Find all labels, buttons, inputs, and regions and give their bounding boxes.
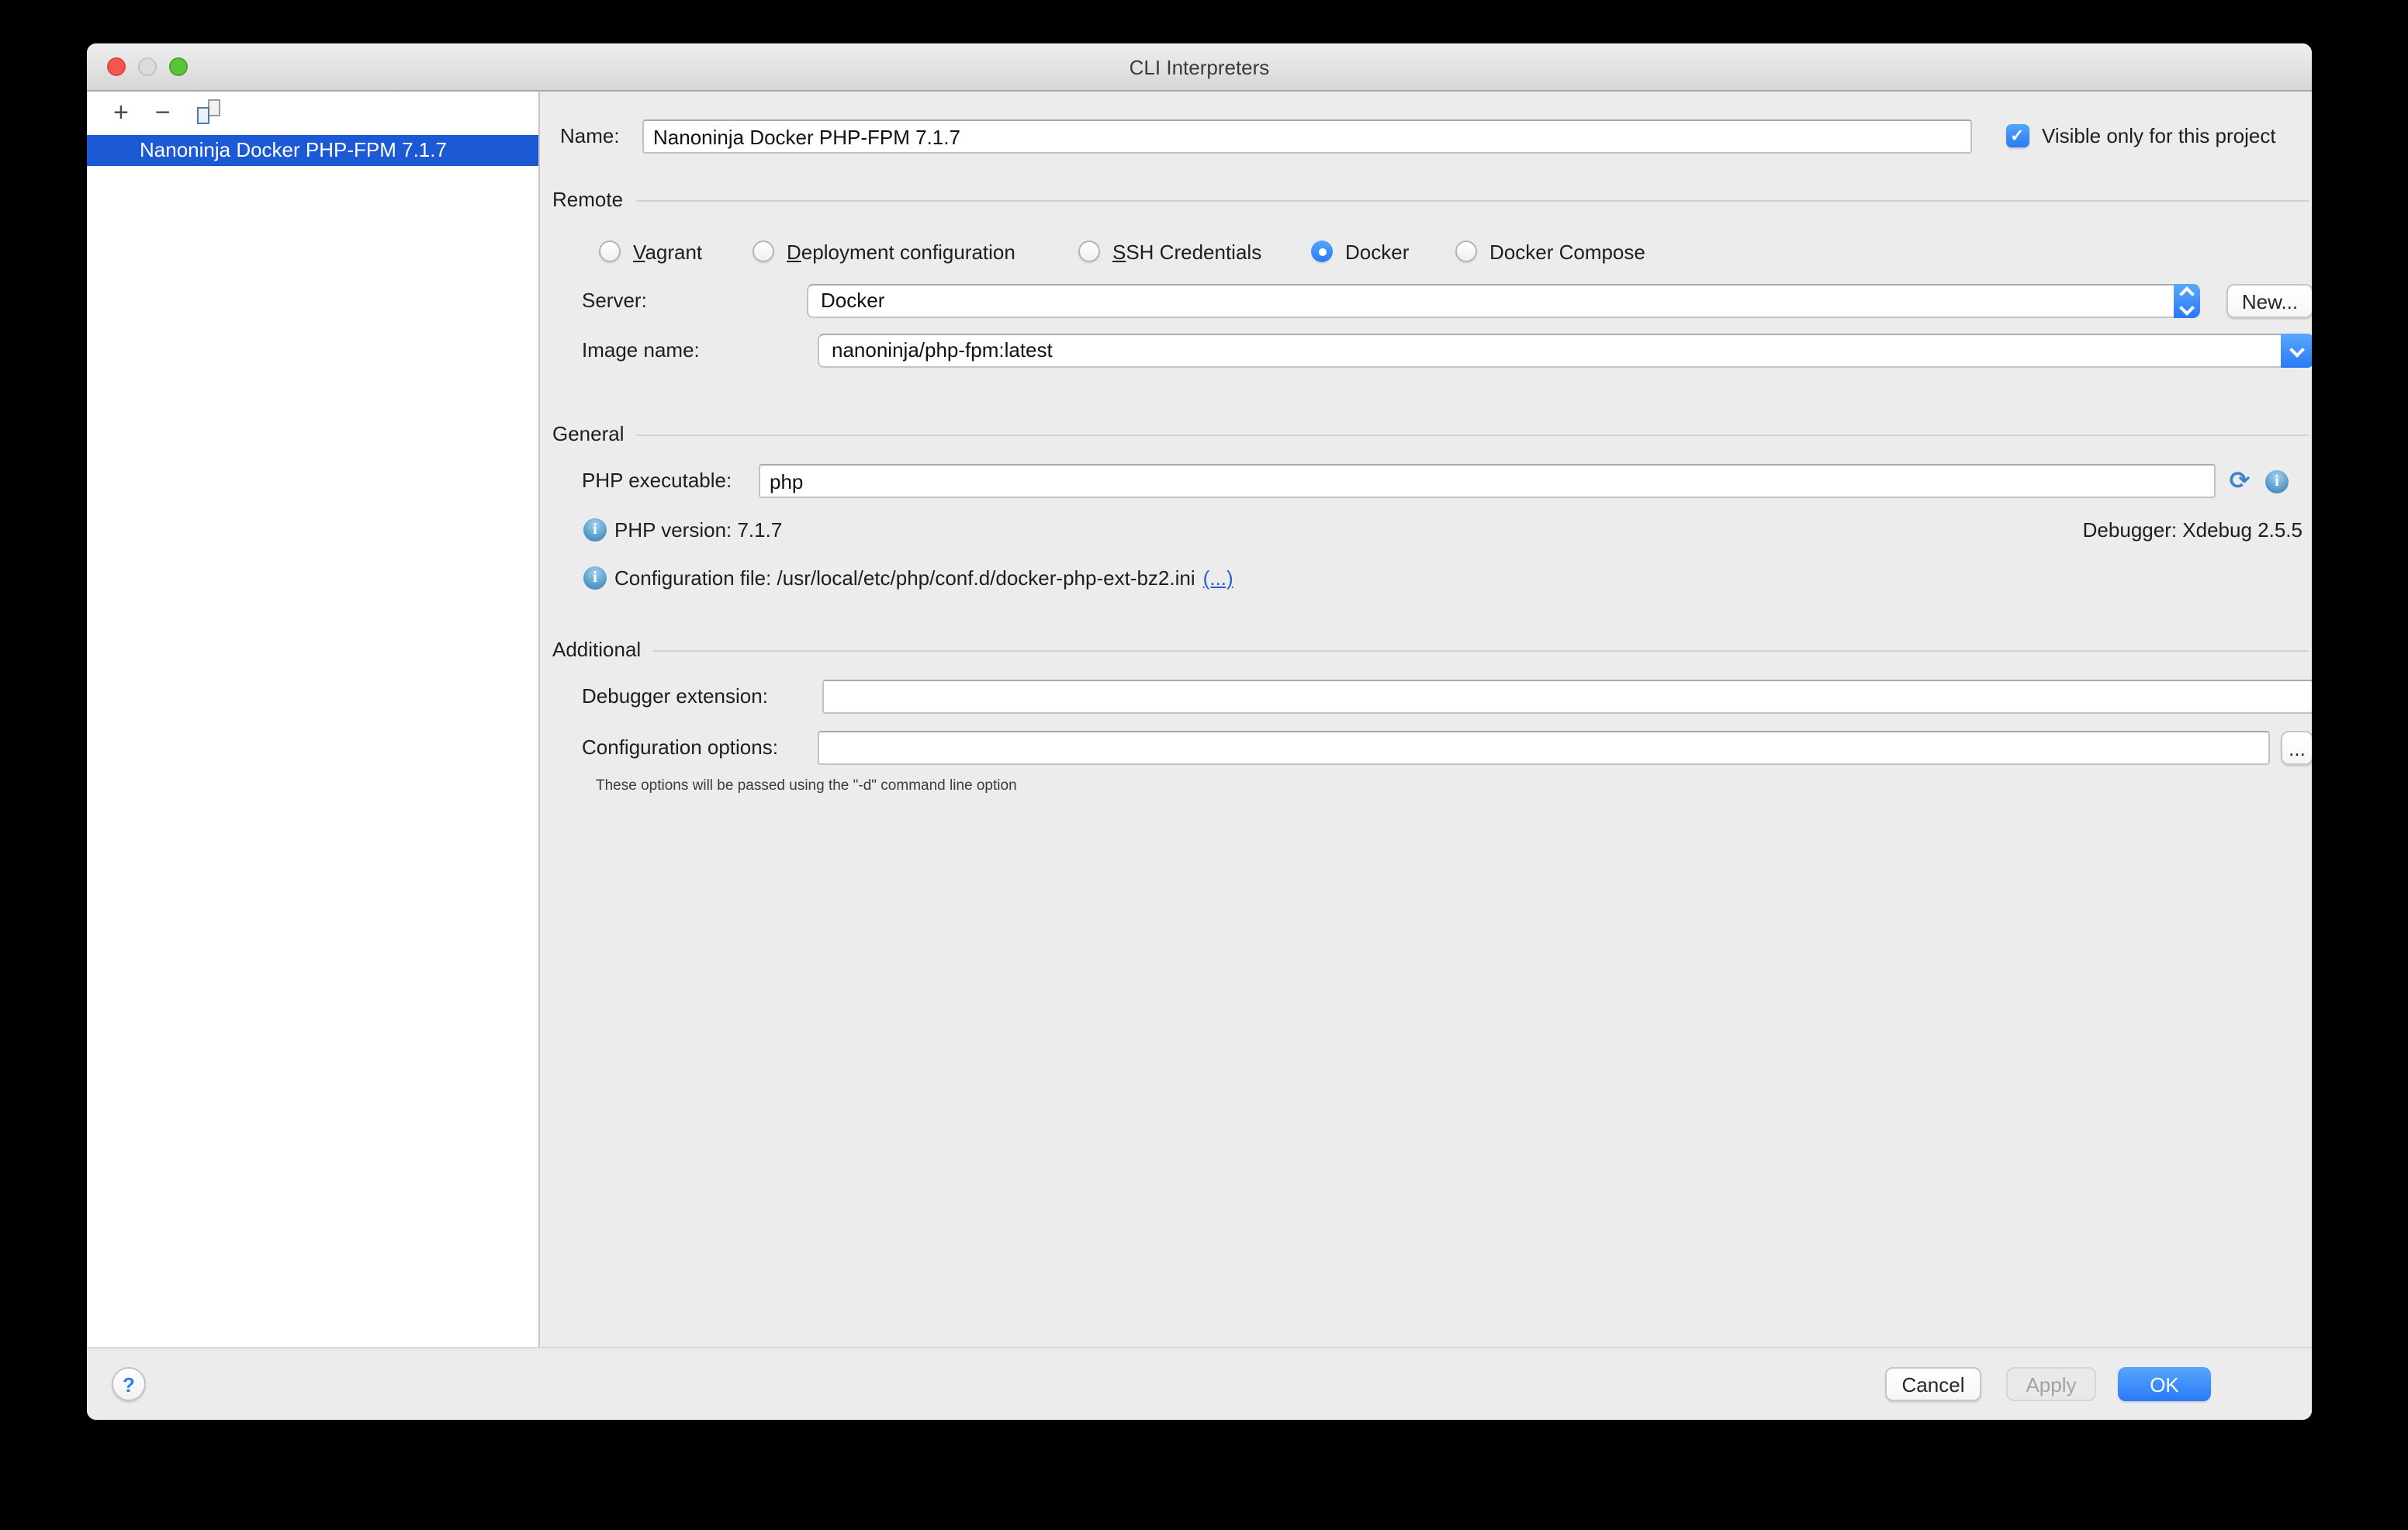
configuration-file-text: Configuration file: /usr/local/etc/php/c…: [614, 562, 1233, 596]
server-label: Server:: [582, 284, 647, 318]
sidebar-toolbar: + −: [87, 92, 538, 135]
reload-phpinfo-icon[interactable]: [2226, 467, 2253, 493]
radio-docker-compose-label: Docker Compose: [1489, 240, 1645, 263]
help-button[interactable]: ?: [112, 1367, 146, 1401]
copy-interpreter-icon[interactable]: [197, 99, 220, 124]
additional-section-title: Additional: [552, 638, 641, 661]
add-interpreter-icon[interactable]: +: [113, 102, 129, 124]
radio-vagrant-label: Vagrant: [633, 240, 702, 263]
title-bar: CLI Interpreters: [87, 43, 2312, 92]
interpreters-sidebar: + − Nanoninja Docker PHP-FPM 7.1.7: [87, 92, 540, 1347]
php-version-text: PHP version: 7.1.7: [614, 514, 782, 548]
radio-circle-icon: [1455, 241, 1477, 262]
dialog-body: + − Nanoninja Docker PHP-FPM 7.1.7 Name:: [87, 92, 2312, 1347]
visible-only-checkbox[interactable]: [2006, 124, 2029, 147]
debugger-version-text: Debugger: Xdebug 2.5.5: [2083, 514, 2302, 548]
window-title: CLI Interpreters: [1130, 55, 1270, 78]
ok-button[interactable]: OK: [2118, 1367, 2211, 1401]
php-executable-label: PHP executable:: [582, 464, 732, 498]
settings-panel: Name: Visible only for this project Remo…: [540, 92, 2312, 1347]
cancel-button[interactable]: Cancel: [1885, 1367, 1981, 1401]
options-note-text: These options will be passed using the "…: [596, 777, 1017, 794]
remote-section-header: Remote: [552, 188, 2309, 211]
interpreter-list-item[interactable]: Nanoninja Docker PHP-FPM 7.1.7: [87, 135, 538, 166]
browse-options-button[interactable]: ...: [2281, 731, 2312, 765]
radio-vagrant[interactable]: Vagrant: [599, 239, 702, 264]
radio-circle-icon: [1078, 241, 1100, 262]
radio-deployment-label: Deployment configuration: [787, 240, 1015, 263]
server-select-value: Docker: [808, 286, 2199, 317]
remove-interpreter-icon[interactable]: −: [155, 102, 171, 124]
visible-only-row: Visible only for this project: [2006, 124, 2276, 147]
info-icon: [2265, 470, 2289, 493]
section-divider: [653, 650, 2309, 652]
stepper-icon: [2174, 284, 2200, 318]
image-name-combo[interactable]: nanoninja/php-fpm:latest: [818, 334, 2312, 368]
radio-ssh-label: SSH Credentials: [1112, 240, 1261, 263]
chevron-down-icon: [2289, 342, 2305, 358]
new-server-button[interactable]: New...: [2226, 284, 2312, 318]
configuration-options-label: Configuration options:: [582, 731, 778, 765]
close-window-button[interactable]: [107, 57, 126, 76]
radio-circle-icon: [599, 241, 621, 262]
info-icon: [583, 518, 607, 542]
zoom-window-button[interactable]: [169, 57, 188, 76]
image-name-value: nanoninja/php-fpm:latest: [819, 335, 2312, 366]
debugger-extension-label: Debugger extension:: [582, 680, 768, 714]
section-divider: [637, 434, 2309, 436]
screen: CLI Interpreters + − Nanoninja Docker PH…: [0, 0, 2408, 1530]
chevron-down-icon: [2179, 300, 2195, 316]
debugger-extension-input[interactable]: [822, 680, 2312, 714]
traffic-lights: [107, 43, 188, 90]
image-name-label: Image name:: [582, 334, 700, 368]
dialog-footer: ? Cancel Apply OK: [87, 1347, 2312, 1420]
apply-button: Apply: [2006, 1367, 2096, 1401]
radio-docker[interactable]: Docker: [1311, 239, 1409, 264]
name-input[interactable]: [642, 119, 1972, 154]
chevron-up-icon: [2179, 286, 2195, 302]
remote-section-title: Remote: [552, 188, 623, 211]
radio-selected-icon: [1311, 241, 1333, 262]
visible-only-label: Visible only for this project: [2042, 124, 2276, 147]
info-icon: [583, 566, 607, 590]
radio-docker-label: Docker: [1345, 240, 1409, 263]
interpreter-list: Nanoninja Docker PHP-FPM 7.1.7: [87, 135, 538, 1347]
configuration-options-input[interactable]: [818, 731, 2270, 765]
radio-circle-icon: [752, 241, 774, 262]
radio-ssh-credentials[interactable]: SSH Credentials: [1078, 239, 1261, 264]
combo-dropdown-button[interactable]: [2281, 334, 2312, 368]
minimize-window-button: [138, 57, 157, 76]
name-label: Name:: [560, 119, 620, 154]
config-file-more-link[interactable]: (...): [1203, 566, 1233, 590]
server-select[interactable]: Docker: [807, 284, 2200, 318]
radio-deployment-configuration[interactable]: Deployment configuration: [752, 239, 1015, 264]
general-section-header: General: [552, 422, 2309, 445]
radio-docker-compose[interactable]: Docker Compose: [1455, 239, 1645, 264]
additional-section-header: Additional: [552, 638, 2309, 661]
php-executable-input[interactable]: [759, 464, 2216, 498]
cli-interpreters-dialog: CLI Interpreters + − Nanoninja Docker PH…: [87, 43, 2312, 1420]
general-section-title: General: [552, 422, 624, 445]
section-divider: [635, 200, 2309, 202]
